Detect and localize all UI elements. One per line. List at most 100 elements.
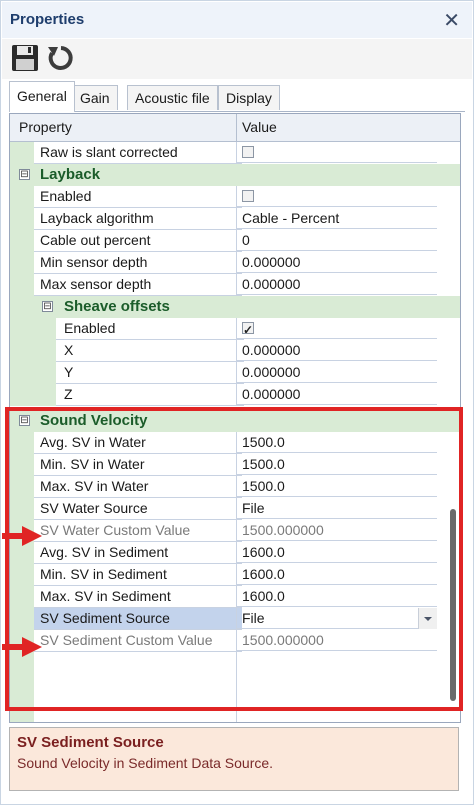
collapse-icon[interactable]: ⊟: [42, 301, 53, 312]
property-value[interactable]: 1500.0: [237, 454, 437, 475]
row-avg-sv-water[interactable]: Avg. SV in Water 1500.0: [10, 432, 460, 454]
property-value[interactable]: 0.000000: [237, 340, 437, 361]
row-indent: [10, 564, 34, 586]
checkbox[interactable]: [242, 146, 254, 158]
property-value[interactable]: 1600.0: [237, 542, 437, 563]
row-max-sv-sediment[interactable]: Max. SV in Sediment 1600.0: [10, 586, 460, 608]
category-layback[interactable]: ⊟ Layback: [10, 164, 460, 186]
property-value[interactable]: 0.000000: [237, 384, 437, 405]
row-avg-sv-sediment[interactable]: Avg. SV in Sediment 1600.0: [10, 542, 460, 564]
row-raw-slant[interactable]: Raw is slant corrected: [10, 142, 460, 164]
save-icon[interactable]: [10, 43, 40, 73]
property-name-readonly: SV Water Custom Value: [34, 520, 242, 542]
collapse-icon[interactable]: ⊟: [19, 169, 30, 180]
property-name: Min. SV in Water: [34, 454, 242, 476]
checkbox-checked[interactable]: [242, 320, 254, 341]
property-name-selected: SV Sediment Source: [34, 608, 242, 630]
property-value-dropdown[interactable]: File: [237, 608, 437, 629]
header-value: Value: [242, 119, 277, 135]
row-indent: [10, 318, 56, 340]
row-indent: [10, 362, 56, 384]
property-name: SV Water Source: [34, 498, 242, 520]
chevron-down-icon[interactable]: [418, 608, 437, 629]
tab-acoustic-file[interactable]: Acoustic file: [127, 85, 218, 110]
tab-display[interactable]: Display: [218, 85, 280, 110]
category-label: Sheave offsets: [64, 298, 170, 315]
property-name: Enabled: [34, 186, 242, 208]
property-name: Max. SV in Water: [34, 476, 242, 498]
row-min-sv-sediment[interactable]: Min. SV in Sediment 1600.0: [10, 564, 460, 586]
property-value-readonly: 1500.000000: [237, 520, 437, 541]
property-name: Raw is slant corrected: [34, 142, 242, 164]
property-name: Enabled: [56, 318, 244, 340]
property-value[interactable]: 1500.0: [237, 432, 437, 453]
row-indent: [10, 586, 34, 608]
row-indent: [10, 432, 34, 454]
close-icon[interactable]: ✕: [443, 8, 460, 33]
row-indent: [10, 384, 56, 406]
property-name-readonly: SV Sediment Custom Value: [34, 630, 242, 652]
row-sv-sediment-custom-value[interactable]: SV Sediment Custom Value 1500.000000: [10, 630, 460, 652]
tab-gain[interactable]: Gain: [72, 85, 118, 110]
property-value[interactable]: 0.000000: [237, 252, 437, 273]
category-label: Layback: [40, 166, 101, 183]
property-name: Cable out percent: [34, 230, 242, 252]
property-name: X: [56, 340, 244, 362]
row-indent: [10, 630, 34, 652]
row-indent: [10, 252, 34, 274]
property-value[interactable]: File: [237, 498, 437, 519]
property-value[interactable]: [237, 142, 437, 163]
row-indent: [10, 274, 34, 296]
window-title: Properties: [10, 11, 85, 28]
row-indent: [10, 608, 34, 630]
row-min-sv-water[interactable]: Min. SV in Water 1500.0: [10, 454, 460, 476]
row-sheave-enabled[interactable]: Enabled: [10, 318, 460, 341]
empty-indent-area: [10, 652, 34, 722]
property-value[interactable]: 1600.0: [237, 564, 437, 585]
row-max-sv-water[interactable]: Max. SV in Water 1500.0: [10, 476, 460, 498]
property-value-readonly: 1500.000000: [237, 630, 437, 651]
row-sheave-z[interactable]: Z 0.000000: [10, 384, 460, 406]
property-name: Avg. SV in Sediment: [34, 542, 242, 564]
category-label: Sound Velocity: [40, 412, 148, 429]
row-sv-water-custom-value[interactable]: SV Water Custom Value 1500.000000: [10, 520, 460, 542]
toolbar: [2, 39, 472, 79]
header-divider[interactable]: [236, 114, 237, 141]
property-value[interactable]: [237, 186, 437, 207]
row-layback-algorithm[interactable]: Layback algorithm Cable - Percent: [10, 208, 460, 230]
tab-strip: General Gain Acoustic file Display: [9, 81, 465, 112]
row-min-sensor-depth[interactable]: Min sensor depth 0.000000: [10, 252, 460, 274]
tab-general[interactable]: General: [9, 81, 75, 112]
row-cable-out-percent[interactable]: Cable out percent 0: [10, 230, 460, 252]
row-layback-enabled[interactable]: Enabled: [10, 186, 460, 208]
property-value[interactable]: [237, 318, 437, 341]
vertical-scrollbar[interactable]: [450, 509, 456, 701]
property-name: Max. SV in Sediment: [34, 586, 242, 608]
row-indent: [10, 142, 34, 164]
row-indent: [10, 186, 34, 208]
row-sheave-y[interactable]: Y 0.000000: [10, 362, 460, 384]
property-value[interactable]: 0: [237, 230, 437, 251]
property-value[interactable]: 1600.0: [237, 586, 437, 607]
category-sound-velocity[interactable]: ⊟ Sound Velocity: [10, 410, 460, 432]
header-property: Property: [19, 119, 72, 135]
checkbox[interactable]: [242, 190, 254, 202]
description-panel: SV Sediment Source Sound Velocity in Sed…: [9, 727, 459, 791]
row-sv-sediment-source[interactable]: SV Sediment Source File: [10, 608, 460, 630]
property-value[interactable]: Cable - Percent: [237, 208, 437, 229]
property-value[interactable]: 1500.0: [237, 476, 437, 497]
property-value[interactable]: 0.000000: [237, 362, 437, 383]
properties-window: Properties ✕ General Gain Acoustic file …: [0, 0, 474, 805]
property-grid: Property Value Raw is slant corrected ⊟ …: [9, 113, 461, 723]
row-indent: [10, 498, 34, 520]
category-sheave-offsets[interactable]: ⊟ Sheave offsets: [10, 296, 460, 318]
row-sv-water-source[interactable]: SV Water Source File: [10, 498, 460, 520]
row-sheave-x[interactable]: X 0.000000: [10, 340, 460, 362]
row-max-sensor-depth[interactable]: Max sensor depth 0.000000: [10, 274, 460, 296]
property-value[interactable]: 0.000000: [237, 274, 437, 295]
property-name: Z: [56, 384, 244, 406]
reset-icon[interactable]: [46, 43, 76, 73]
collapse-icon[interactable]: ⊟: [19, 415, 30, 426]
description-title: SV Sediment Source: [17, 734, 164, 751]
grid-header: Property Value: [10, 114, 460, 142]
